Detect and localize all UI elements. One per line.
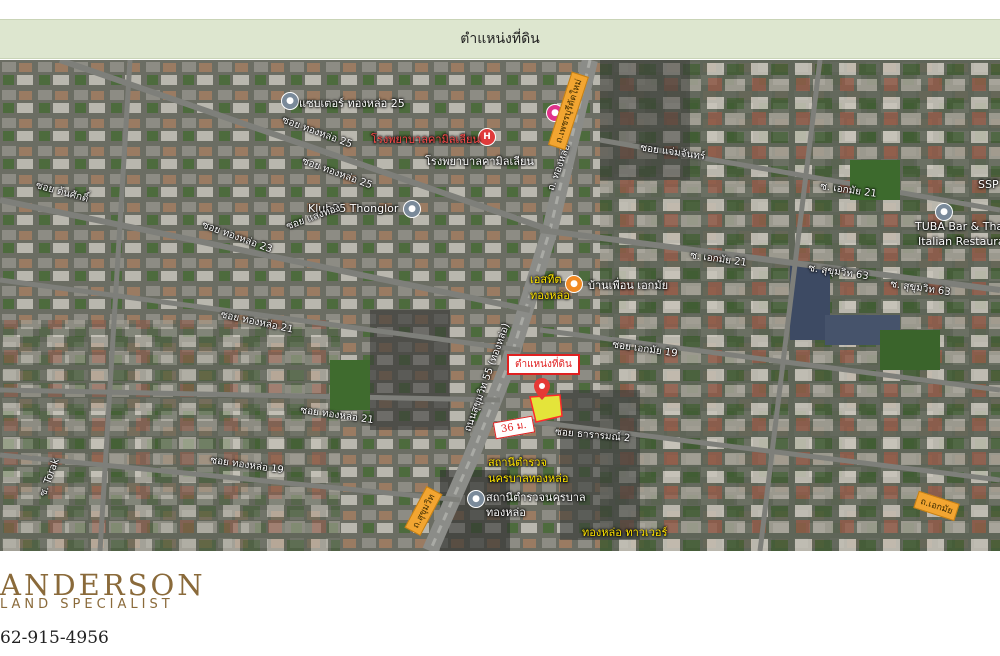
location-marker-icon[interactable] [534,378,550,400]
map-label-ssp: SSP [978,178,999,191]
map-label-elgit-2: ทองหล่อ [530,289,570,302]
map-label-banpuen: บ้านเพื่อน เอกมัย [588,279,669,292]
map-label-police-4: ทองหล่อ [486,506,526,519]
map-label-hospital-red: โรงพยาบาลคามิลเลียน [371,133,480,146]
page-title-bar: ตำแหน่งที่ดิน [0,19,1000,59]
map-label-tuba-1: TUBA Bar & Tha [915,220,1000,233]
klub25-pin-icon[interactable]: ● [403,200,421,218]
map-label-cafe: แซบเตอร์ ทองหล่อ 25 [299,97,405,110]
map-label-thonglo-tower: ทองหล่อ ทาวเวอร์ [582,526,668,539]
land-location-callout: ตำแหน่งที่ดิน [507,354,580,375]
tuba-pin-icon[interactable]: ● [935,203,953,221]
map-label-tuba-2: Italian Restauran [918,235,1000,248]
police-pin-icon[interactable]: ● [467,490,485,508]
company-logo-subtitle: LAND SPECIALIST [0,597,174,612]
map-label-police-2: นครบาลทองหล่อ [488,472,569,485]
satellite-map[interactable]: ● ● H ● ● ● ● แซบเตอร์ ทองหล่อ 25 โรงพยา… [0,60,1000,551]
hospital-pin-icon[interactable]: H [478,128,496,146]
cafe-pin-icon[interactable]: ● [281,92,299,110]
phone-number[interactable]: 62-915-4956 [0,628,109,648]
map-label-hospital: โรงพยาบาลคามิลเลียน [425,155,534,168]
page-title: ตำแหน่งที่ดิน [460,31,540,47]
